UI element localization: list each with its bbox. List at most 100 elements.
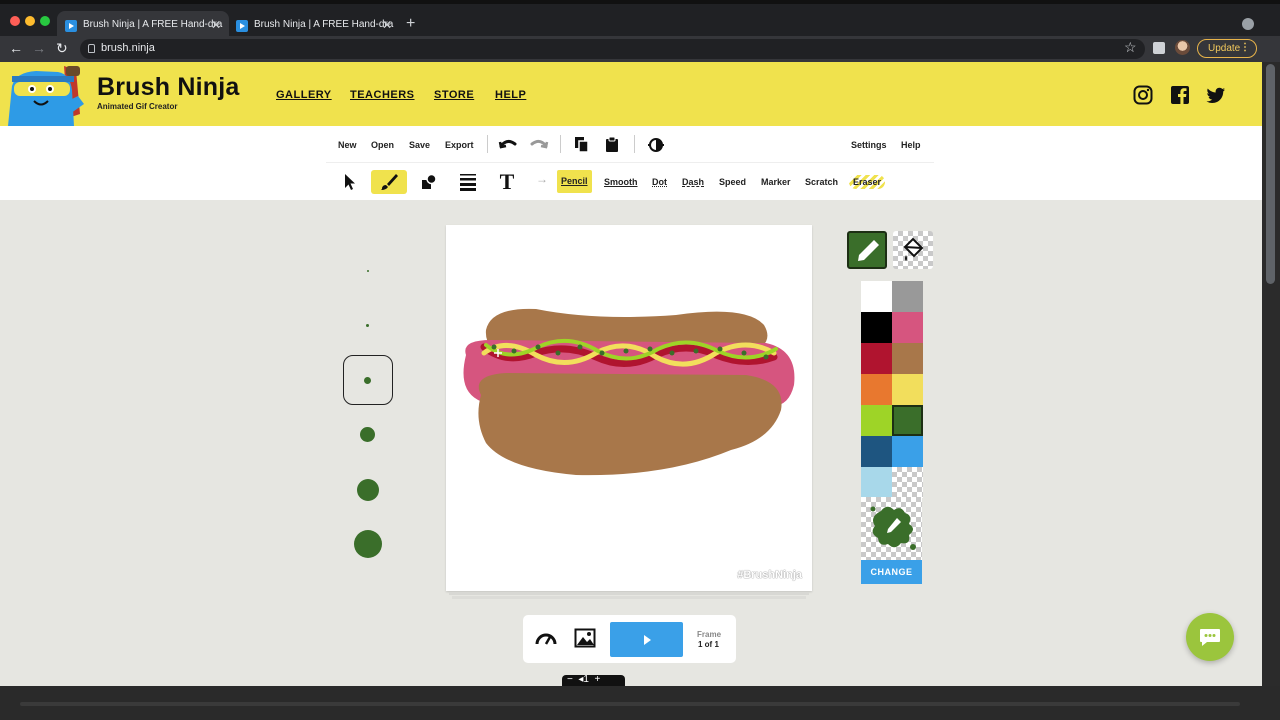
- color-swatch[interactable]: [892, 374, 923, 405]
- facebook-icon[interactable]: [1170, 85, 1190, 105]
- paint-splat-icon: [870, 506, 916, 550]
- frame-controls-strip[interactable]: − ◂1 +: [562, 674, 625, 686]
- extensions-icon[interactable]: [1153, 42, 1165, 54]
- nav-teachers-link[interactable]: TEACHERS: [350, 89, 415, 101]
- omnibox[interactable]: brush.ninja: [80, 39, 1145, 59]
- onion-skin-icon[interactable]: [645, 134, 667, 156]
- frame-controls-text[interactable]: − ◂1 +: [567, 674, 600, 685]
- close-tab-icon[interactable]: ✕: [382, 18, 392, 32]
- shapes-tool-button[interactable]: [411, 170, 447, 194]
- fill-color-mode-button[interactable]: [893, 231, 933, 269]
- color-swatch[interactable]: [861, 405, 892, 436]
- nav-store-link[interactable]: STORE: [434, 89, 474, 101]
- brush-size-5[interactable]: [357, 479, 379, 501]
- brush-size-6[interactable]: [354, 530, 382, 558]
- color-swatch[interactable]: [861, 436, 892, 467]
- drawing-canvas[interactable]: #BrushNinja: [446, 225, 812, 591]
- bookmark-star-icon[interactable]: ☆: [1124, 39, 1137, 56]
- close-window-icon[interactable]: [10, 16, 20, 26]
- arrow-right-icon: →: [536, 172, 548, 186]
- color-swatch[interactable]: [861, 312, 892, 343]
- new-button[interactable]: New: [338, 140, 357, 150]
- brush-marker-option[interactable]: Marker: [757, 175, 795, 189]
- forward-button[interactable]: →: [32, 40, 46, 56]
- maximize-window-icon[interactable]: [40, 16, 50, 26]
- text-tool-icon: T: [499, 169, 515, 194]
- page-scrollbar[interactable]: [1262, 62, 1280, 686]
- instagram-icon[interactable]: [1133, 85, 1153, 105]
- paste-clipboard-icon[interactable]: [601, 134, 623, 156]
- export-button[interactable]: Export: [445, 140, 474, 150]
- text-tool-button[interactable]: T: [489, 169, 525, 194]
- brush-smooth-option[interactable]: Smooth: [600, 175, 642, 189]
- twitter-icon[interactable]: [1206, 85, 1226, 105]
- url-text[interactable]: brush.ninja: [101, 42, 155, 54]
- save-button[interactable]: Save: [409, 140, 430, 150]
- minimize-window-icon[interactable]: [25, 16, 35, 26]
- brush-size-1[interactable]: [367, 270, 369, 272]
- profile-avatar[interactable]: [1175, 40, 1190, 55]
- undo-icon[interactable]: [497, 134, 519, 156]
- ninja-mascot-logo[interactable]: [8, 66, 93, 126]
- update-label: Update: [1208, 43, 1241, 54]
- update-button[interactable]: Update ⋮: [1197, 39, 1257, 58]
- speed-gauge-icon[interactable]: [535, 628, 557, 648]
- site-header: Brush Ninja Animated Gif Creator GALLERY…: [0, 62, 1262, 126]
- color-swatch[interactable]: [892, 436, 923, 467]
- new-tab-button[interactable]: +: [406, 15, 415, 33]
- paintbrush-icon: [381, 174, 398, 190]
- color-swatch[interactable]: [861, 374, 892, 405]
- brand-subtitle: Animated Gif Creator: [97, 102, 178, 111]
- horizontal-scroll-track[interactable]: [20, 702, 1240, 706]
- brush-dot-option[interactable]: Dot: [648, 175, 671, 189]
- help-button[interactable]: Help: [901, 140, 921, 150]
- brush-size-4[interactable]: [360, 427, 375, 442]
- play-button[interactable]: [610, 622, 683, 657]
- frame-counter: 1 of 1: [698, 640, 719, 649]
- color-swatch[interactable]: [861, 467, 892, 498]
- select-tool-button[interactable]: [332, 170, 368, 194]
- pen-color-mode-button[interactable]: [847, 231, 887, 269]
- frame-label: Frame: [697, 630, 722, 639]
- color-swatch[interactable]: [861, 281, 892, 312]
- reload-button[interactable]: ↻: [56, 40, 68, 57]
- pen-icon: [858, 240, 879, 261]
- open-button[interactable]: Open: [371, 140, 394, 150]
- color-swatch[interactable]: [892, 281, 923, 312]
- editor-toolbar: New Open Save Export Settings Help T → P…: [0, 126, 1262, 200]
- nav-gallery-link[interactable]: GALLERY: [276, 89, 332, 101]
- brush-eraser-option[interactable]: Eraser: [849, 175, 886, 189]
- lines-weight-icon: [460, 174, 476, 191]
- change-brush-button[interactable]: CHANGE: [861, 560, 922, 584]
- brush-dash-option[interactable]: Dash: [678, 175, 708, 189]
- brushninja-favicon-icon: [65, 20, 77, 32]
- color-swatch[interactable]: [892, 467, 923, 498]
- tab-search-icon[interactable]: [1242, 18, 1254, 30]
- color-swatch[interactable]: [892, 312, 923, 343]
- nav-help-link[interactable]: HELP: [495, 89, 526, 101]
- chat-support-button[interactable]: [1186, 613, 1234, 661]
- bottom-status-bar: [0, 686, 1280, 720]
- brush-speed-option[interactable]: Speed: [715, 175, 750, 189]
- back-button[interactable]: ←: [9, 40, 23, 56]
- page-content: Brush Ninja Animated Gif Creator GALLERY…: [0, 62, 1262, 686]
- brand-title[interactable]: Brush Ninja: [97, 73, 240, 102]
- copy-frame-icon[interactable]: [571, 134, 593, 156]
- toolbar-divider: [634, 135, 635, 153]
- settings-button[interactable]: Settings: [851, 140, 887, 150]
- scrollbar-thumb[interactable]: [1266, 64, 1275, 284]
- brush-size-3[interactable]: [364, 377, 371, 384]
- close-tab-icon[interactable]: ✕: [211, 18, 221, 32]
- brush-pencil-option[interactable]: Pencil: [557, 170, 592, 193]
- color-swatch[interactable]: [861, 343, 892, 374]
- browser-menu-icon[interactable]: ⋮: [1240, 42, 1250, 53]
- redo-icon[interactable]: [528, 134, 550, 156]
- lines-tool-button[interactable]: [450, 170, 486, 194]
- color-swatch[interactable]: [892, 405, 923, 436]
- brush-size-2[interactable]: [366, 324, 369, 327]
- color-swatch[interactable]: [892, 343, 923, 374]
- brush-tool-button[interactable]: [371, 170, 407, 194]
- playback-panel: Frame 1 of 1: [523, 615, 736, 663]
- brush-scratch-option[interactable]: Scratch: [801, 175, 842, 189]
- background-image-icon[interactable]: [574, 628, 596, 648]
